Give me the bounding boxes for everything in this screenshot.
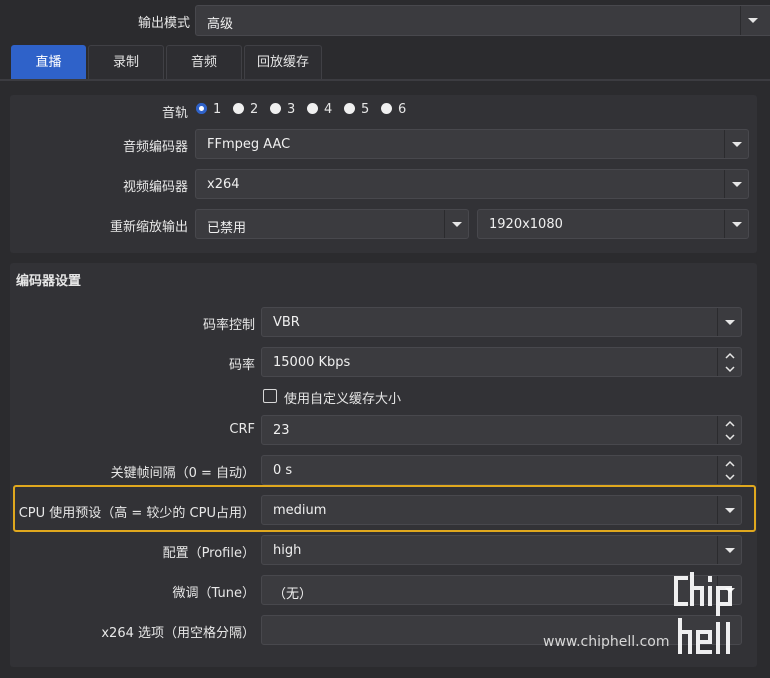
track-label-6: 6: [398, 102, 407, 117]
profile-select[interactable]: high: [261, 535, 742, 565]
audio-encoder-label: 音频编码器: [122, 140, 188, 155]
chiphell-logo-icon: [674, 572, 732, 654]
encoder-settings-title: 编码器设置: [16, 274, 82, 289]
output-mode-label: 输出模式: [137, 16, 190, 31]
tune-label: 微调（Tune）: [172, 586, 255, 601]
track-label-4: 4: [324, 102, 333, 117]
tab-audio[interactable]: 音频: [166, 45, 242, 80]
cpu-preset-label: CPU 使用预设（高 = 较少的 CPU占用）: [18, 506, 255, 521]
track-radio-1[interactable]: [196, 103, 207, 114]
rescale-output-value: 已禁用: [207, 221, 247, 236]
track-radio-2[interactable]: [233, 103, 244, 114]
profile-value: high: [273, 543, 302, 558]
tab-stream[interactable]: 直播: [11, 45, 86, 80]
track-label-3: 3: [287, 102, 296, 117]
chevron-down-icon[interactable]: [725, 431, 735, 443]
x264-options-input[interactable]: [261, 615, 742, 645]
bitrate-value: 15000 Kbps: [273, 355, 351, 370]
chevron-down-icon[interactable]: [725, 471, 735, 483]
custom-buffer-label: 使用自定义缓存大小: [284, 392, 402, 407]
video-encoder-label: 视频编码器: [122, 180, 188, 195]
crf-spinbox[interactable]: 23: [261, 415, 742, 445]
keyframe-interval-value: 0 s: [273, 463, 293, 478]
custom-buffer-checkbox[interactable]: [263, 389, 277, 403]
rate-control-label: 码率控制: [202, 318, 255, 333]
track-radio-5[interactable]: [344, 103, 355, 114]
video-encoder-value: x264: [207, 177, 240, 192]
cpu-preset-select[interactable]: medium: [261, 495, 742, 525]
bitrate-label: 码率: [228, 358, 255, 373]
track-label-2: 2: [250, 102, 259, 117]
chevron-down-icon[interactable]: [717, 308, 741, 336]
x264-options-label: x264 选项（用空格分隔）: [101, 626, 255, 641]
keyframe-interval-label: 关键帧间隔（0 = 自动）: [110, 466, 255, 481]
track-label: 音轨: [161, 106, 188, 121]
rescale-resolution-select[interactable]: 1920x1080: [477, 209, 749, 239]
chevron-down-icon[interactable]: [717, 536, 741, 564]
track-radio-6[interactable]: [381, 103, 392, 114]
video-encoder-select[interactable]: x264: [195, 169, 749, 199]
bitrate-spinbox[interactable]: 15000 Kbps: [261, 347, 742, 377]
chevron-up-icon[interactable]: [725, 458, 735, 470]
cpu-preset-value: medium: [273, 503, 327, 518]
watermark-url: www.chiphell.com: [543, 634, 670, 650]
profile-label: 配置（Profile）: [162, 546, 255, 561]
chevron-down-icon[interactable]: [444, 210, 468, 238]
rescale-resolution-value: 1920x1080: [489, 217, 563, 232]
chevron-down-icon[interactable]: [725, 363, 735, 375]
chevron-down-icon[interactable]: [740, 6, 764, 35]
tab-recording[interactable]: 录制: [88, 45, 164, 80]
tab-underline: [0, 79, 770, 81]
spinbox-buttons[interactable]: [717, 348, 741, 376]
rescale-output-label: 重新缩放输出: [109, 220, 188, 235]
tune-value: （无）: [273, 587, 313, 602]
rate-control-value: VBR: [273, 315, 300, 330]
keyframe-interval-spinbox[interactable]: 0 s: [261, 455, 742, 485]
rate-control-select[interactable]: VBR: [261, 307, 742, 337]
tab-replay-buffer[interactable]: 回放缓存: [244, 45, 322, 80]
audio-encoder-select[interactable]: FFmpeg AAC: [195, 129, 749, 159]
chevron-down-icon[interactable]: [717, 496, 741, 524]
chevron-down-icon[interactable]: [724, 130, 748, 158]
spinbox-buttons[interactable]: [717, 416, 741, 444]
chevron-up-icon[interactable]: [725, 418, 735, 430]
crf-label: CRF: [229, 422, 255, 437]
track-radio-3[interactable]: [270, 103, 281, 114]
crf-value: 23: [273, 423, 290, 438]
track-label-1: 1: [213, 102, 222, 117]
output-mode-select[interactable]: 高级: [195, 5, 770, 36]
rescale-output-select[interactable]: 已禁用: [195, 209, 469, 239]
chevron-down-icon[interactable]: [724, 170, 748, 198]
output-mode-value: 高级: [207, 17, 234, 32]
track-radio-4[interactable]: [307, 103, 318, 114]
spinbox-buttons[interactable]: [717, 456, 741, 484]
tune-select[interactable]: （无）: [261, 575, 742, 605]
audio-encoder-value: FFmpeg AAC: [207, 137, 291, 152]
track-label-5: 5: [361, 102, 370, 117]
chevron-down-icon[interactable]: [724, 210, 748, 238]
chevron-up-icon[interactable]: [725, 350, 735, 362]
